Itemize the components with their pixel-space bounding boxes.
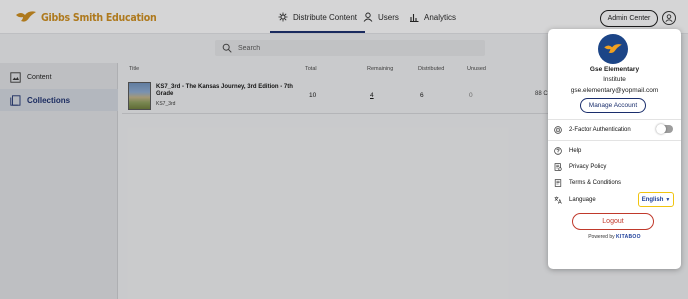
profile-name: Gse Elementary: [589, 66, 640, 73]
profile-role: Institute: [603, 76, 626, 83]
bird-logo-icon: [604, 44, 622, 53]
menu-item-terms-label: Terms & Conditions: [569, 179, 622, 186]
divider: [548, 119, 681, 120]
language-label: Language: [569, 196, 596, 203]
privacy-icon: [554, 162, 562, 171]
profile-email: gse.elementary@yopmail.com: [570, 87, 659, 94]
menu-item-help-label: Help: [569, 147, 582, 154]
menu-item-privacy-policy[interactable]: Privacy Policy: [554, 161, 674, 172]
kitaboo-brand: KITABOO: [616, 234, 641, 240]
logout-button[interactable]: Logout: [572, 213, 654, 230]
language-value: English: [641, 196, 664, 203]
powered-by: Powered by KITABOO: [548, 234, 681, 240]
chevron-down-icon: ▼: [665, 196, 671, 203]
terms-icon: [554, 178, 562, 187]
menu-item-help[interactable]: Help: [554, 145, 674, 156]
account-dropdown: Gse Elementary Institute gse.elementary@…: [548, 29, 681, 269]
two-factor-toggle[interactable]: [656, 124, 673, 134]
language-select[interactable]: English ▼: [638, 192, 674, 207]
powered-by-label: Powered by: [588, 234, 615, 240]
help-icon: [554, 146, 562, 155]
menu-item-privacy-policy-label: Privacy Policy: [569, 163, 607, 170]
profile-avatar: [598, 34, 628, 64]
divider: [548, 140, 681, 141]
two-factor-label: 2-Factor Authentication: [569, 126, 631, 133]
manage-account-button[interactable]: Manage Account: [580, 98, 646, 113]
translate-icon: [554, 196, 562, 204]
menu-item-terms-conditions[interactable]: Terms & Conditions: [554, 177, 674, 188]
fingerprint-icon: [554, 125, 562, 134]
